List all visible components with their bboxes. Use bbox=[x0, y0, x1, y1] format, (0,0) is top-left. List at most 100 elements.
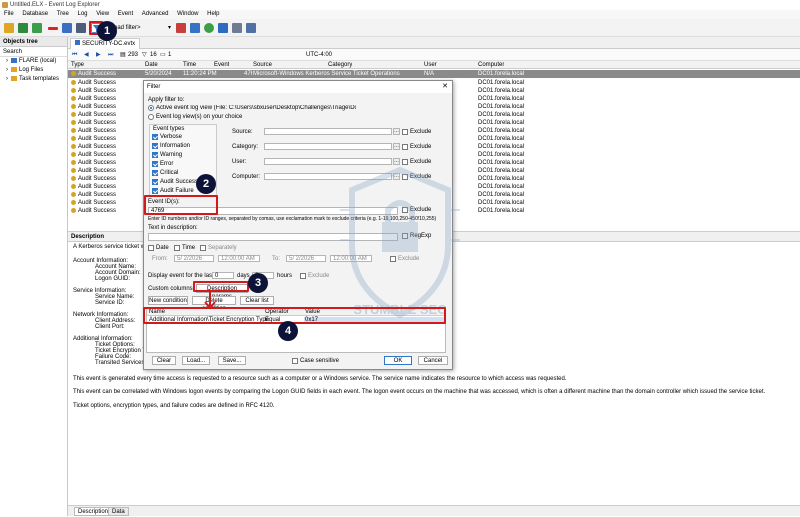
page-icon: ▭ bbox=[160, 52, 166, 58]
print-icon[interactable] bbox=[246, 23, 256, 33]
filter-dialog-titlebar: Filter ✕ bbox=[144, 81, 452, 93]
active-view-radio[interactable] bbox=[148, 105, 154, 111]
audit-success-checkbox[interactable] bbox=[152, 179, 158, 185]
choice-view-label: Event log view(s) on your choice bbox=[156, 114, 243, 120]
filter-edit-icon[interactable] bbox=[190, 23, 200, 33]
menu-view[interactable]: View bbox=[96, 11, 109, 17]
menu-help[interactable]: Help bbox=[207, 11, 219, 17]
row-type: Audit Success bbox=[68, 79, 116, 87]
close-icon[interactable]: ✕ bbox=[442, 81, 448, 93]
col-type[interactable]: Type bbox=[71, 61, 84, 69]
row-computer: DC01.forela.local bbox=[478, 120, 525, 126]
col-source[interactable]: Source bbox=[253, 61, 272, 69]
key-icon bbox=[71, 127, 76, 133]
cancel-button[interactable]: Cancel bbox=[418, 356, 448, 365]
col-user[interactable]: User bbox=[424, 61, 437, 69]
critical-checkbox[interactable] bbox=[152, 170, 158, 176]
table-row-selected[interactable]: Audit Success 5/20/2024 11:20:24 PM 4769… bbox=[68, 70, 800, 78]
filter-count: 16 bbox=[150, 52, 157, 58]
filter-clear-icon[interactable] bbox=[176, 23, 186, 33]
grid-header: Type Date Time Event Source Category Use… bbox=[68, 61, 800, 69]
computer-label: Computer: bbox=[232, 174, 261, 180]
tree-item-task-templates[interactable]: › Task templates bbox=[0, 75, 67, 84]
source-exclude-checkbox[interactable] bbox=[402, 129, 408, 135]
last-exclude-checkbox[interactable] bbox=[300, 273, 306, 279]
properties-icon[interactable] bbox=[232, 23, 242, 33]
open-icon[interactable] bbox=[4, 23, 14, 33]
col-date[interactable]: Date bbox=[145, 61, 158, 69]
tree-item-log-files[interactable]: › Log Files bbox=[0, 66, 67, 75]
row-type: Audit Success bbox=[68, 159, 116, 167]
ok-button[interactable]: OK bbox=[384, 356, 412, 365]
days-label: days bbox=[237, 273, 250, 279]
row-computer: DC01.forela.local bbox=[478, 136, 525, 142]
error-checkbox[interactable] bbox=[152, 161, 158, 167]
critical-label: Critical bbox=[160, 170, 179, 176]
key-icon bbox=[71, 87, 76, 93]
computer-icon[interactable] bbox=[18, 23, 28, 33]
col-event[interactable]: Event bbox=[214, 61, 229, 69]
date-checkbox[interactable] bbox=[148, 245, 154, 251]
folder-open-icon[interactable] bbox=[62, 23, 72, 33]
menu-event[interactable]: Event bbox=[118, 11, 133, 17]
source-field[interactable] bbox=[264, 128, 392, 135]
row-date: 5/20/2024 bbox=[145, 71, 172, 77]
case-sensitive-checkbox[interactable] bbox=[292, 358, 298, 364]
first-page-icon[interactable]: ⏮ bbox=[72, 49, 77, 61]
time-checkbox[interactable] bbox=[174, 245, 180, 251]
filter-dialog-title: Filter bbox=[147, 84, 161, 90]
menu-file[interactable]: File bbox=[4, 11, 14, 17]
from-time-field[interactable]: 12:00:00 AM bbox=[218, 255, 260, 262]
verbose-checkbox[interactable] bbox=[152, 134, 158, 140]
category-label: Category: bbox=[232, 144, 259, 150]
menu-advanced[interactable]: Advanced bbox=[142, 11, 169, 17]
separately-checkbox[interactable] bbox=[200, 245, 206, 251]
description-line: A Kerberos service ticket wa bbox=[73, 244, 149, 250]
tree-search[interactable]: Search bbox=[0, 47, 67, 57]
col-computer[interactable]: Computer bbox=[478, 61, 504, 69]
load-button[interactable]: Load... bbox=[182, 356, 210, 365]
row-computer: DC01.forela.local bbox=[478, 160, 525, 166]
save-button[interactable]: Save... bbox=[218, 356, 246, 365]
clear-button[interactable]: Clear bbox=[152, 356, 176, 365]
menu-window[interactable]: Window bbox=[177, 11, 198, 17]
last-page-icon[interactable]: ⏭ bbox=[108, 49, 113, 61]
information-checkbox[interactable] bbox=[152, 143, 158, 149]
prev-page-icon[interactable]: ◀ bbox=[84, 49, 89, 61]
next-page-icon[interactable]: ▶ bbox=[96, 49, 101, 61]
from-date-field[interactable]: 5/ 2/2026 bbox=[174, 255, 214, 262]
choice-view-radio[interactable] bbox=[148, 114, 154, 120]
menu-log[interactable]: Log bbox=[78, 11, 88, 17]
category-field[interactable] bbox=[264, 143, 392, 150]
refresh-icon[interactable] bbox=[204, 23, 214, 33]
days-field[interactable]: 0 bbox=[212, 272, 234, 279]
add-icon[interactable] bbox=[32, 23, 42, 33]
find-icon[interactable] bbox=[218, 23, 228, 33]
description-line: Logon GUID: bbox=[95, 276, 131, 282]
source-browse-button[interactable]: … bbox=[393, 128, 400, 135]
menu-tree[interactable]: Tree bbox=[57, 11, 69, 17]
remove-icon[interactable] bbox=[48, 27, 58, 30]
to-date-field[interactable]: 5/ 2/2026 bbox=[286, 255, 326, 262]
warning-checkbox[interactable] bbox=[152, 152, 158, 158]
col-time[interactable]: Time bbox=[183, 61, 196, 69]
new-condition-button[interactable]: New condition bbox=[148, 296, 188, 305]
tab-data[interactable]: Data bbox=[108, 507, 129, 516]
source-exclude-label: Exclude bbox=[410, 129, 432, 135]
clear-list-button[interactable]: Clear list bbox=[240, 296, 274, 305]
category-browse-button[interactable]: … bbox=[393, 143, 400, 150]
row-computer: DC01.forela.local bbox=[478, 112, 525, 118]
display-last-label: Display event for the last bbox=[148, 273, 214, 279]
tab-description[interactable]: Description bbox=[74, 507, 113, 516]
row-type: Audit Success bbox=[68, 143, 116, 151]
filter-combo[interactable]: oad filter> bbox=[114, 25, 141, 31]
from-label: From: bbox=[152, 256, 168, 262]
menu-database[interactable]: Database bbox=[22, 11, 48, 17]
callout-2: 2 bbox=[196, 174, 216, 194]
filter-combo-arrow-icon[interactable]: ▾ bbox=[168, 24, 171, 31]
tree-item-flare[interactable]: › FLARE (local) bbox=[0, 57, 67, 66]
event-count: 293 bbox=[128, 52, 139, 58]
col-category[interactable]: Category bbox=[328, 61, 352, 69]
audit-failure-checkbox[interactable] bbox=[152, 188, 158, 194]
save-icon[interactable] bbox=[76, 23, 86, 33]
